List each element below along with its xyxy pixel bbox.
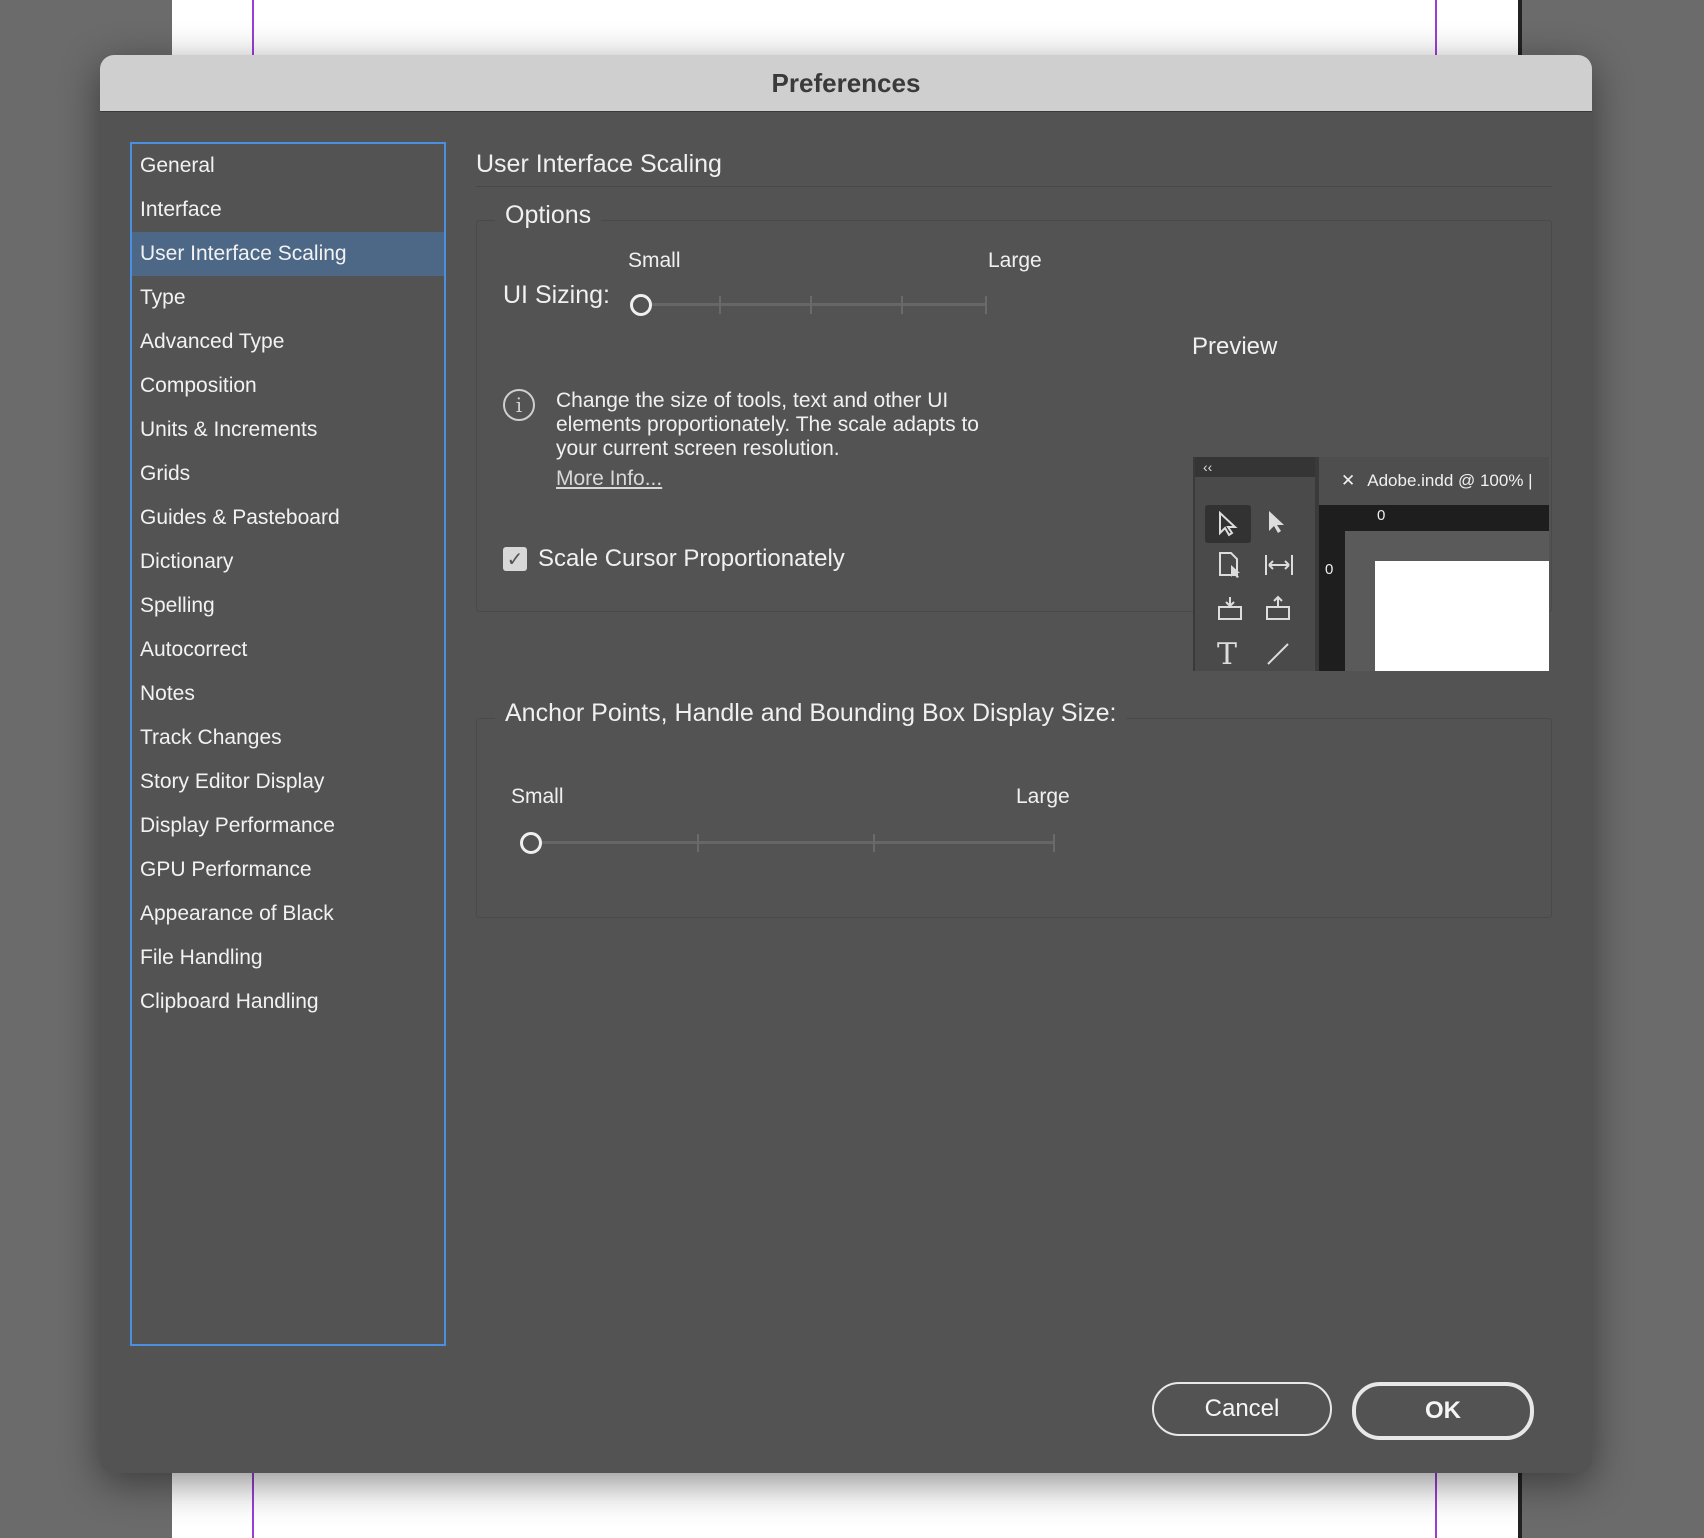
- sidebar-item-type[interactable]: Type: [132, 276, 444, 320]
- content-collector-icon: [1217, 595, 1243, 626]
- main-panel: User Interface Scaling Options Small Lar…: [476, 142, 1552, 918]
- sidebar-item-interface[interactable]: Interface: [132, 188, 444, 232]
- ui-sizing-label: UI Sizing:: [503, 281, 610, 309]
- sidebar-item-guides-pasteboard[interactable]: Guides & Pasteboard: [132, 496, 444, 540]
- sidebar-item-appearance-of-black[interactable]: Appearance of Black: [132, 892, 444, 936]
- scale-cursor-checkbox[interactable]: ✓: [503, 547, 527, 571]
- line-tool-icon: [1265, 641, 1291, 671]
- sidebar-item-grids[interactable]: Grids: [132, 452, 444, 496]
- sidebar-item-dictionary[interactable]: Dictionary: [132, 540, 444, 584]
- preferences-sidebar: General Interface User Interface Scaling Ty…: [130, 142, 446, 1346]
- sidebar-item-track-changes[interactable]: Track Changes: [132, 716, 444, 760]
- cancel-button[interactable]: Cancel: [1152, 1382, 1332, 1436]
- scaling-description: Change the size of tools, text and other…: [556, 389, 979, 460]
- document-tab: ✕ Adobe.indd @ 100% |: [1319, 457, 1549, 505]
- ui-sizing-large-label: Large: [988, 249, 1042, 272]
- close-icon: ✕: [1341, 471, 1356, 490]
- panel-title: User Interface Scaling: [476, 142, 1552, 187]
- ruler-zero-horizontal: 0: [1377, 507, 1386, 524]
- ui-sizing-tick: [810, 296, 812, 314]
- info-icon: i: [503, 389, 535, 421]
- anchor-small-label: Small: [511, 785, 564, 808]
- sidebar-item-file-handling[interactable]: File Handling: [132, 936, 444, 980]
- dialog-title: Preferences: [771, 67, 921, 98]
- sidebar-item-advanced-type[interactable]: Advanced Type: [132, 320, 444, 364]
- scale-cursor-label[interactable]: Scale Cursor Proportionately: [538, 545, 845, 573]
- ruler-zero-vertical: 0: [1325, 561, 1334, 578]
- ui-sizing-slider-track[interactable]: [637, 296, 987, 314]
- anchor-size-slider-knob[interactable]: [520, 832, 542, 854]
- ui-preview-thumbnail: ‹‹ T ✕ Adobe.indd @ 100% | 0 0: [1193, 457, 1549, 671]
- collapse-icon: ‹‹: [1203, 459, 1213, 475]
- options-group: Options Small Large UI Sizing: Preview i…: [476, 201, 1552, 671]
- ui-sizing-small-label: Small: [628, 249, 681, 272]
- anchor-size-group: Anchor Points, Handle and Bounding Box D…: [476, 699, 1552, 918]
- anchor-size-legend: Anchor Points, Handle and Bounding Box D…: [495, 699, 1127, 728]
- ui-sizing-slider-knob[interactable]: [630, 294, 652, 316]
- ui-sizing-tick: [901, 296, 903, 314]
- gap-tool-icon: [1263, 553, 1295, 582]
- sidebar-item-spelling[interactable]: Spelling: [132, 584, 444, 628]
- sidebar-item-general[interactable]: General: [132, 144, 444, 188]
- anchor-large-label: Large: [1016, 785, 1070, 808]
- sidebar-item-gpu-performance[interactable]: GPU Performance: [132, 848, 444, 892]
- anchor-size-slider-track[interactable]: [531, 834, 1055, 852]
- anchor-size-tick: [697, 834, 699, 852]
- document-tab-title: Adobe.indd @ 100% |: [1367, 471, 1533, 490]
- ui-sizing-tick: [719, 296, 721, 314]
- tools-panel-header: ‹‹: [1195, 457, 1315, 477]
- sidebar-item-clipboard-handling[interactable]: Clipboard Handling: [132, 980, 444, 1024]
- options-legend: Options: [495, 201, 602, 230]
- anchor-size-tick: [873, 834, 875, 852]
- ui-sizing-tick: [985, 296, 987, 314]
- vertical-ruler: 0: [1319, 531, 1345, 671]
- document-page-preview: [1375, 561, 1549, 671]
- sidebar-item-notes[interactable]: Notes: [132, 672, 444, 716]
- sidebar-item-display-performance[interactable]: Display Performance: [132, 804, 444, 848]
- page-tool-icon: [1217, 551, 1243, 584]
- anchor-size-tick: [1053, 834, 1055, 852]
- sidebar-item-autocorrect[interactable]: Autocorrect: [132, 628, 444, 672]
- sidebar-item-composition[interactable]: Composition: [132, 364, 444, 408]
- preview-label: Preview: [1192, 333, 1278, 360]
- dialog-titlebar[interactable]: Preferences: [100, 55, 1592, 112]
- content-placer-icon: [1265, 595, 1291, 626]
- ok-button[interactable]: OK: [1352, 1382, 1534, 1440]
- tools-panel: ‹‹ T: [1195, 457, 1315, 671]
- horizontal-ruler: 0: [1319, 505, 1549, 531]
- more-info-link[interactable]: More Info...: [556, 467, 662, 491]
- sidebar-item-user-interface-scaling[interactable]: User Interface Scaling: [132, 232, 444, 276]
- sidebar-item-units-increments[interactable]: Units & Increments: [132, 408, 444, 452]
- sidebar-item-story-editor-display[interactable]: Story Editor Display: [132, 760, 444, 804]
- type-tool-icon: T: [1217, 637, 1238, 671]
- preferences-dialog: Preferences General Interface User Interfa…: [100, 55, 1592, 1473]
- selection-tool-icon: [1205, 505, 1251, 543]
- direct-selection-tool-icon: [1265, 509, 1289, 540]
